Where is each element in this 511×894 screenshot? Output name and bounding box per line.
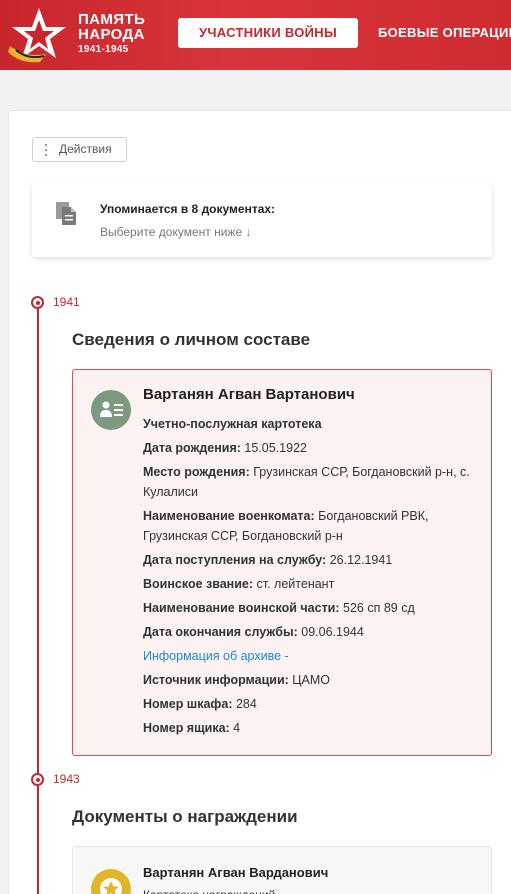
actions-button[interactable]: Действия: [32, 137, 127, 162]
field-archive-info: Информация об архиве -: [143, 646, 478, 666]
field-value: 15.05.1922: [240, 441, 307, 455]
brand-line-1: ПАМЯТЬ: [78, 11, 146, 28]
timeline-year-1941: 1941: [53, 295, 80, 309]
field-label: Номер шкафа:: [143, 697, 233, 711]
timeline-year-1943: 1943: [53, 772, 80, 786]
nav-war-participants-button[interactable]: УЧАСТНИКИ ВОЙНЫ: [178, 18, 358, 48]
archive-info-link[interactable]: Информация об архиве -: [143, 649, 289, 663]
vertical-dots-icon: [45, 144, 47, 156]
personnel-record-card[interactable]: Вартанян Агван Вартанович Учетно-послужн…: [72, 369, 492, 756]
section-title-awards: Документы о награждении: [72, 807, 298, 826]
field-value: ст. лейтенант: [253, 577, 335, 591]
field-label: Воинское звание:: [143, 577, 254, 591]
personnel-card-icon: [91, 390, 131, 430]
field-cabinet-number: Номер шкафа: 284: [143, 694, 478, 714]
field-rank: Воинское звание: ст. лейтенант: [143, 574, 478, 594]
timeline-line: [37, 302, 39, 894]
field-birth-place: Место рождения: Грузинская ССР, Богданов…: [143, 462, 478, 502]
field-label: Дата окончания службы:: [143, 625, 298, 639]
mentions-panel: Упоминается в 8 документах: Выберите док…: [32, 182, 492, 257]
field-label: Наименование воинской части:: [143, 601, 340, 615]
field-service-start: Дата поступления на службу: 26.12.1941: [143, 550, 478, 570]
site-header: ПАМЯТЬ НАРОДА 1941-1945 УЧАСТНИКИ ВОЙНЫ …: [0, 0, 511, 70]
brand-line-2: НАРОДА: [78, 26, 145, 43]
mentions-subtitle: Выберите документ ниже ↓: [100, 225, 252, 239]
mentions-title: Упоминается в 8 документах:: [100, 202, 276, 216]
field-box-number: Номер ящика: 4: [143, 718, 478, 738]
brand-years: 1941-1945: [78, 44, 129, 55]
field-enlistment-office: Наименование военкомата: Богдановский РВ…: [143, 506, 478, 546]
field-birth-date: Дата рождения: 15.05.1922: [143, 438, 478, 458]
field-value: 284: [232, 697, 257, 711]
field-value: 09.06.1944: [297, 625, 364, 639]
award-record-card[interactable]: Вартанян Агван Варданович Картотека нагр…: [72, 846, 492, 894]
field-label: Дата рождения:: [143, 441, 241, 455]
field-value: 26.12.1941: [326, 553, 393, 567]
field-military-unit: Наименование воинской части: 526 сп 89 с…: [143, 598, 478, 618]
record-document-type: Учетно-послужная картотека: [143, 417, 322, 431]
field-value: 526 сп 89 сд: [339, 601, 415, 615]
field-label: Наименование военкомата:: [143, 509, 315, 523]
section-title-personnel: Сведения о личном составе: [72, 330, 311, 349]
timeline-marker-1941: [31, 296, 44, 309]
award-document-type: Картотека награждений: [143, 888, 275, 894]
medal-star-icon: [91, 869, 131, 894]
star-logo-icon[interactable]: [6, 6, 72, 64]
field-label: Дата поступления на службу:: [143, 553, 327, 567]
field-service-end: Дата окончания службы: 09.06.1944: [143, 622, 478, 642]
timeline-marker-1943: [31, 773, 44, 786]
field-value: 4: [229, 721, 241, 735]
field-value: ЦАМО: [288, 673, 331, 687]
field-info-source: Источник информации: ЦАМО: [143, 670, 478, 690]
actions-label: Действия: [59, 142, 112, 156]
field-label: Место рождения:: [143, 465, 250, 479]
field-label: Источник информации:: [143, 673, 289, 687]
record-person-name[interactable]: Вартанян Агван Вартанович: [143, 386, 355, 403]
documents-icon: [56, 202, 76, 225]
brand-title[interactable]: ПАМЯТЬ НАРОДА 1941-1945: [78, 12, 145, 56]
award-person-name[interactable]: Вартанян Агван Варданович: [143, 865, 328, 880]
nav-combat-operations-link[interactable]: БОЕВЫЕ ОПЕРАЦИИ: [378, 18, 511, 48]
field-label: Номер ящика:: [143, 721, 230, 735]
